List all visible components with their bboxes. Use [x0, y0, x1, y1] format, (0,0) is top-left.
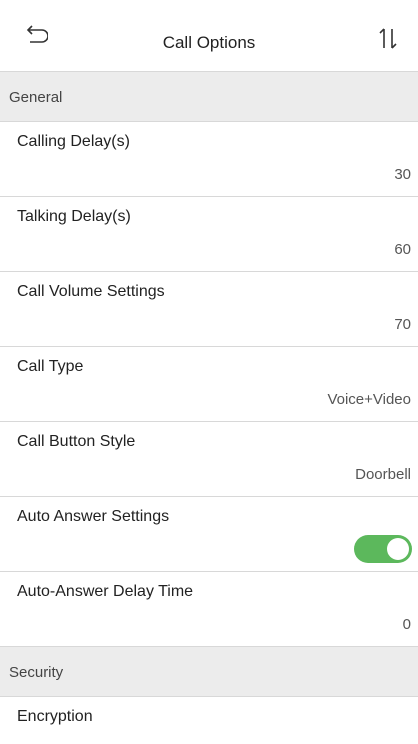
- page-title: Call Options: [162, 33, 256, 52]
- sort-arrows-icon[interactable]: [376, 26, 402, 52]
- setting-label: Calling Delay(s): [17, 133, 130, 150]
- setting-label: Encryption: [17, 708, 93, 725]
- setting-label: Auto-Answer Delay Time: [17, 583, 194, 600]
- setting-value: Doorbell: [355, 466, 411, 483]
- setting-label: Call Type: [17, 358, 84, 375]
- call-button-style-setting[interactable]: Call Button Style Doorbell: [0, 422, 418, 497]
- call-volume-setting[interactable]: Call Volume Settings 70: [0, 272, 418, 347]
- section-header-security: Security: [0, 647, 418, 697]
- call-options-screen: Call Options General Calling Delay(s) 30…: [0, 0, 418, 744]
- header-bar: Call Options: [0, 0, 418, 72]
- setting-value: 0: [402, 616, 411, 633]
- section-header-general: General: [0, 72, 418, 122]
- setting-value: 30: [394, 166, 411, 183]
- talking-delay-setting[interactable]: Talking Delay(s) 60: [0, 197, 418, 272]
- encryption-setting[interactable]: Encryption: [0, 697, 418, 744]
- setting-value: 70: [394, 316, 411, 333]
- calling-delay-setting[interactable]: Calling Delay(s) 30: [0, 122, 418, 197]
- setting-value: Voice+Video: [327, 391, 411, 408]
- toggle-knob: [387, 538, 409, 560]
- auto-answer-toggle[interactable]: [354, 535, 412, 563]
- auto-answer-delay-setting[interactable]: Auto-Answer Delay Time 0: [0, 572, 418, 647]
- auto-answer-setting: Auto Answer Settings: [0, 497, 418, 572]
- setting-label: Auto Answer Settings: [17, 508, 170, 525]
- back-arrow-icon[interactable]: [22, 24, 48, 48]
- setting-label: Call Button Style: [17, 433, 136, 450]
- setting-label: Call Volume Settings: [17, 283, 165, 300]
- call-type-setting[interactable]: Call Type Voice+Video: [0, 347, 418, 422]
- setting-value: 60: [394, 241, 411, 258]
- setting-label: Talking Delay(s): [17, 208, 131, 225]
